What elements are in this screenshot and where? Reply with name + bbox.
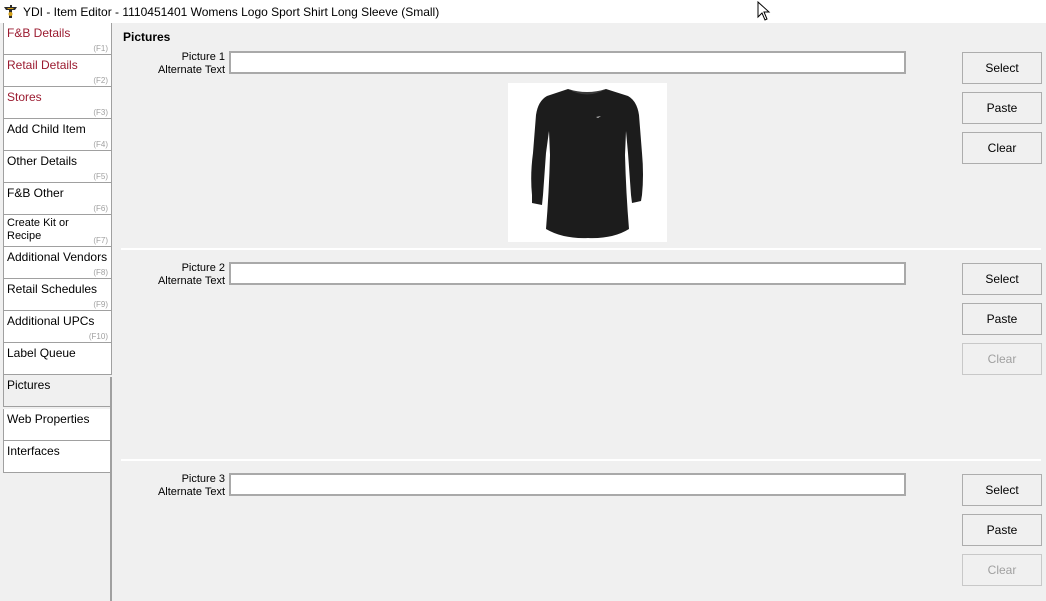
picture-2-clear-button[interactable]: Clear [962,343,1042,375]
picture-1-alt-text-input[interactable] [229,51,906,74]
sidebar: F&B Details (F1) Retail Details (F2) Sto… [3,23,112,601]
tab-label: Pictures [7,378,51,392]
picture-label: Picture 1 [181,51,225,63]
tab-interfaces[interactable]: Interfaces [3,441,112,473]
tab-shortcut: (F3) [93,108,108,117]
tab-stores[interactable]: Stores (F3) [3,87,112,119]
tab-label: Interfaces [7,444,60,458]
tab-pictures[interactable]: Pictures [3,375,112,407]
tab-label: Other Details [7,154,78,168]
tab-label: Additional UPCs [7,314,95,328]
tab-label: Label Queue [7,346,76,360]
section-title: Pictures [123,30,171,44]
picture-1-clear-button[interactable]: Clear [962,132,1042,164]
title-bar: YDI - Item Editor - 1110451401 Womens Lo… [0,0,1046,23]
tab-fb-details[interactable]: F&B Details (F1) [3,23,112,55]
picture-3-select-button[interactable]: Select [962,474,1042,506]
tab-label: F&B Other [7,186,64,200]
tab-shortcut: (F8) [93,268,108,277]
tab-other-details[interactable]: Other Details (F5) [3,151,112,183]
tab-shortcut: (F5) [93,172,108,181]
alternate-text-label: Alternate Text [157,64,225,76]
tab-additional-vendors[interactable]: Additional Vendors (F8) [3,247,112,279]
tab-label: F&B Details [7,26,71,40]
alternate-text-label: Alternate Text [157,486,225,498]
alternate-text-label: Alternate Text [157,275,225,287]
picture-2-alt-text-input[interactable] [229,262,906,285]
tab-create-kit-or-recipe[interactable]: Create Kit or Recipe (F7) [3,215,112,247]
tab-label: Create Kit or Recipe [7,217,69,242]
tab-add-child-item[interactable]: Add Child Item (F4) [3,119,112,151]
tab-shortcut: (F1) [93,44,108,53]
sidebar-border [110,377,112,601]
black-long-sleeve-shirt-image [531,89,643,239]
picture-1-select-button[interactable]: Select [962,52,1042,84]
tab-shortcut: (F9) [93,300,108,309]
picture-1-label-group: Picture 1 Alternate Text [125,51,225,77]
tab-label: Web Properties [7,412,90,426]
picture-2-paste-button[interactable]: Paste [962,303,1042,335]
picture-2-label-group: Picture 2 Alternate Text [125,262,225,288]
picture-3-alt-text-input[interactable] [229,473,906,496]
tab-retail-details[interactable]: Retail Details (F2) [3,55,112,87]
tab-shortcut: (F4) [93,140,108,149]
tab-label-queue[interactable]: Label Queue [3,343,112,375]
tab-label: Retail Details [7,58,78,72]
tab-web-properties[interactable]: Web Properties [3,409,112,441]
picture-1-paste-button[interactable]: Paste [962,92,1042,124]
picture-1-preview [508,83,667,242]
picture-label: Picture 2 [181,262,225,274]
tab-label: Additional Vendors [7,250,108,264]
section-divider [121,459,1041,461]
tab-label: Retail Schedules [7,282,98,296]
tab-retail-schedules[interactable]: Retail Schedules (F9) [3,279,112,311]
picture-3-label-group: Picture 3 Alternate Text [125,473,225,499]
tab-shortcut: (F2) [93,76,108,85]
picture-label: Picture 3 [181,473,225,485]
tab-label: Add Child Item [7,122,86,136]
ydi-app-icon [2,3,19,20]
tab-shortcut: (F7) [93,236,108,245]
picture-3-clear-button[interactable]: Clear [962,554,1042,586]
tab-fb-other[interactable]: F&B Other (F6) [3,183,112,215]
tab-additional-upcs[interactable]: Additional UPCs (F10) [3,311,112,343]
picture-2-select-button[interactable]: Select [962,263,1042,295]
window-title: YDI - Item Editor - 1110451401 Womens Lo… [23,5,440,19]
tab-shortcut: (F6) [93,204,108,213]
section-divider [121,248,1041,250]
tab-label: Stores [7,90,42,104]
picture-3-paste-button[interactable]: Paste [962,514,1042,546]
tab-shortcut: (F10) [88,332,108,341]
mouse-pointer-icon [757,1,771,21]
